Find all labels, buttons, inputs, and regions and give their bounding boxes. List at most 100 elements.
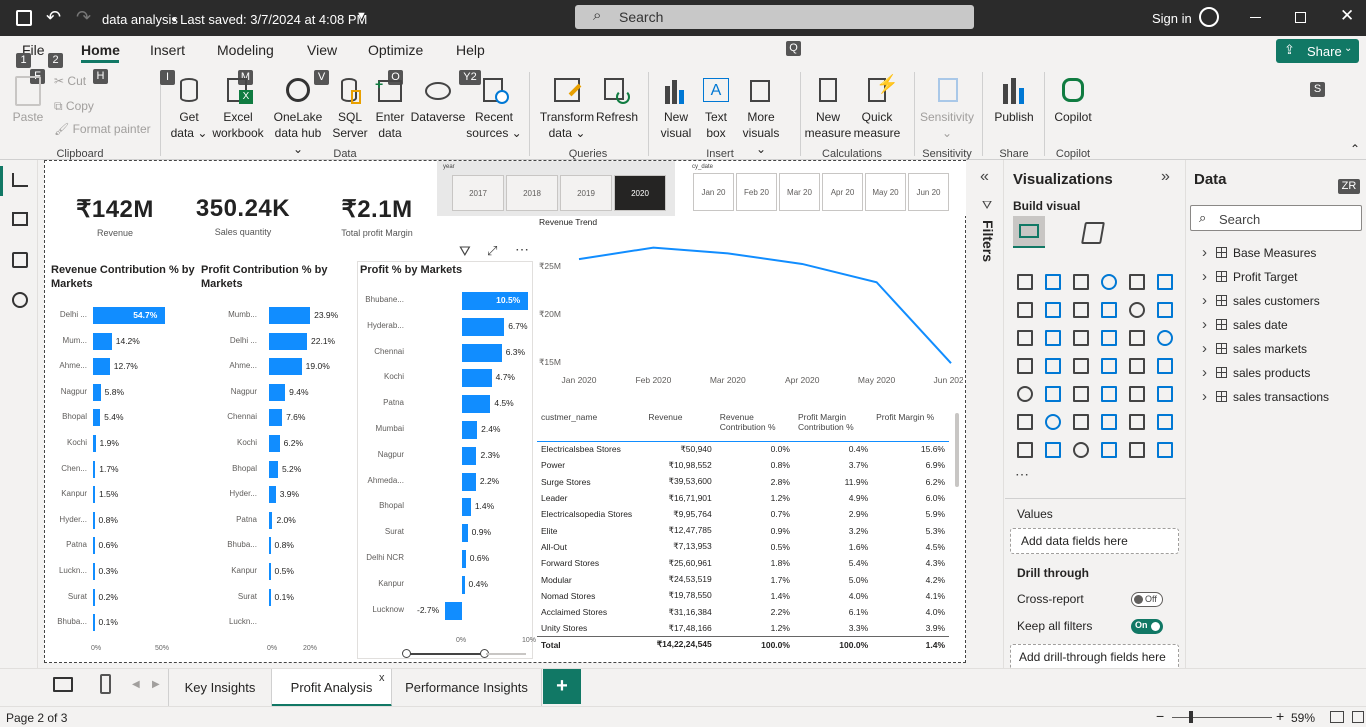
tab-insert[interactable]: Insert xyxy=(150,42,185,58)
date-option[interactable]: May 20 xyxy=(865,173,906,211)
mobile-layout-icon[interactable] xyxy=(100,674,111,694)
bar[interactable] xyxy=(462,550,466,568)
decomposition-tree-icon[interactable] xyxy=(1043,412,1063,432)
profit-contribution-chart[interactable]: Profit Contribution % by Markets Mumb...… xyxy=(201,263,351,659)
bar[interactable] xyxy=(93,614,95,632)
kpi-card-sales-quantity[interactable]: 350.24K Sales quantity xyxy=(187,195,299,237)
donut-icon[interactable] xyxy=(1127,328,1147,348)
dataverse-button[interactable]: Dataverse xyxy=(410,76,466,125)
stacked-column-icon[interactable] xyxy=(1043,272,1063,292)
prev-page-icon[interactable]: ◀ xyxy=(132,679,140,690)
new-visual-button[interactable]: New visual xyxy=(656,76,696,141)
date-option[interactable]: Jan 20 xyxy=(693,173,734,211)
customer-table[interactable]: custmer_name Revenue Revenue Contribution … xyxy=(537,411,961,659)
bar[interactable] xyxy=(269,486,276,504)
pie-icon[interactable] xyxy=(1099,328,1119,348)
r-visual-icon[interactable] xyxy=(1127,384,1147,404)
ribbon-icon[interactable] xyxy=(1099,300,1119,320)
kpi-card-profit-margin[interactable]: ₹2.1M Total profit Margin xyxy=(327,195,427,238)
bar[interactable] xyxy=(93,511,95,529)
get-more-icon[interactable] xyxy=(1043,440,1063,460)
kpi-card-revenue[interactable]: ₹142M Revenue xyxy=(63,195,167,238)
line-icon[interactable] xyxy=(1015,300,1035,320)
table-row[interactable]: Acclaimed Stores ₹31,16,384 2.2% 6.1% 4.0% xyxy=(537,604,949,620)
table-view-icon[interactable] xyxy=(12,212,28,226)
recent-sources-button[interactable]: Recent sources ⌄ xyxy=(466,76,522,141)
zoom-slider-handle[interactable] xyxy=(402,649,411,658)
slicer-icon[interactable] xyxy=(1043,384,1063,404)
table-row[interactable]: Modular ₹24,53,519 1.7% 5.0% 4.2% xyxy=(537,571,949,587)
sensitivity-button[interactable]: Sensitivity ⌄ xyxy=(918,76,976,141)
table-row[interactable]: Leader ₹16,71,901 1.2% 4.9% 6.0% xyxy=(537,490,949,506)
narrative-icon[interactable] xyxy=(1155,440,1175,460)
scatter-icon[interactable] xyxy=(1071,328,1091,348)
table-row[interactable]: Electricalsopedia Stores ₹9,95,764 0.7% 2.9… xyxy=(537,506,949,522)
publish-button[interactable]: Publish xyxy=(990,76,1038,125)
quick-measure-button[interactable]: ⚡ Quick measure xyxy=(852,75,902,141)
revenue-trend-chart[interactable]: Revenue Trend ₹25M ₹20M ₹15M Jan 2020 Feb 20… xyxy=(537,217,963,405)
bar[interactable] xyxy=(269,460,278,478)
clustered-bar-icon[interactable] xyxy=(1071,272,1091,292)
table-row[interactable]: Elite ₹12,47,785 0.9% 3.2% 5.3% xyxy=(537,522,949,538)
date-option[interactable]: Jun 20 xyxy=(908,173,949,211)
more-visuals-button[interactable]: More visuals ⌄ xyxy=(736,76,786,157)
tab-help[interactable]: Help xyxy=(456,42,485,58)
table-row[interactable]: All-Out ₹7,13,953 0.5% 1.6% 4.5% xyxy=(537,539,949,555)
text-box-button[interactable]: A Text box xyxy=(698,76,734,141)
zoom-in-icon[interactable]: + xyxy=(1276,708,1284,724)
data-table-item[interactable]: sales products xyxy=(1233,366,1310,380)
zoom-slider[interactable] xyxy=(1172,717,1272,718)
bar[interactable] xyxy=(462,369,492,388)
bar[interactable] xyxy=(93,383,101,401)
bar[interactable] xyxy=(93,563,95,580)
arcgis-icon[interactable] xyxy=(1099,440,1119,460)
title-dropdown-icon[interactable]: ▼ xyxy=(356,10,367,22)
bar[interactable] xyxy=(269,409,283,427)
qa-icon[interactable] xyxy=(1071,412,1091,432)
minimize-icon[interactable] xyxy=(1250,17,1261,18)
azure-map-icon[interactable] xyxy=(1071,356,1091,376)
column-header[interactable]: Profit Margin % xyxy=(872,411,949,442)
paste-button[interactable]: Paste xyxy=(10,76,46,125)
undo-icon[interactable]: ↶ xyxy=(46,7,61,28)
collapse-ribbon-icon[interactable]: ⌃ xyxy=(1350,142,1360,156)
bar[interactable] xyxy=(93,358,110,376)
page-tab-profit-analysis[interactable]: Profit Analysis xyxy=(272,669,392,707)
filters-pane-collapsed[interactable]: « ⛛ Filters xyxy=(972,160,1004,668)
maximize-icon[interactable] xyxy=(1295,12,1306,23)
funnel-icon[interactable] xyxy=(1043,328,1063,348)
power-automate-icon[interactable] xyxy=(1015,440,1035,460)
excel-workbook-button[interactable]: X Excel workbook xyxy=(210,76,266,141)
line-clustered-icon[interactable] xyxy=(1015,328,1035,348)
bar[interactable] xyxy=(444,601,462,620)
data-table-item[interactable]: sales date xyxy=(1233,318,1288,332)
save-icon[interactable] xyxy=(16,10,32,26)
multi-row-card-icon[interactable] xyxy=(1155,356,1175,376)
year-option[interactable]: 2018 xyxy=(506,175,558,211)
values-drop-zone[interactable]: Add data fields here xyxy=(1010,528,1179,554)
bar[interactable] xyxy=(269,563,271,580)
matrix-icon[interactable] xyxy=(1099,384,1119,404)
line-column-icon[interactable] xyxy=(1155,300,1175,320)
card-icon[interactable] xyxy=(1127,356,1147,376)
column-header[interactable]: Profit Margin Contribution % xyxy=(793,411,873,442)
paginated-icon[interactable] xyxy=(1127,412,1147,432)
bar[interactable] xyxy=(462,524,468,543)
date-option[interactable]: Feb 20 xyxy=(736,173,777,211)
share-button[interactable]: ⇪ Share ⌄ xyxy=(1276,39,1359,63)
expand-chevron-icon[interactable]: › xyxy=(1202,268,1207,285)
bar[interactable] xyxy=(93,409,101,427)
format-visual-icon[interactable] xyxy=(1081,222,1105,244)
bar[interactable] xyxy=(93,460,96,478)
table-row[interactable]: Power ₹10,98,552 0.8% 3.7% 6.9% xyxy=(537,457,949,473)
filled-map-icon[interactable] xyxy=(1043,356,1063,376)
tab-home[interactable]: Home xyxy=(81,42,120,58)
next-page-icon[interactable]: ▶ xyxy=(152,679,160,690)
bar[interactable] xyxy=(93,332,112,350)
date-option[interactable]: Apr 20 xyxy=(822,173,863,211)
map-icon[interactable] xyxy=(1015,356,1035,376)
data-table-item[interactable]: sales markets xyxy=(1233,342,1307,356)
refresh-button[interactable]: Refresh xyxy=(596,76,638,125)
zoom-slider-track[interactable] xyxy=(406,653,486,655)
bar[interactable] xyxy=(462,446,477,465)
